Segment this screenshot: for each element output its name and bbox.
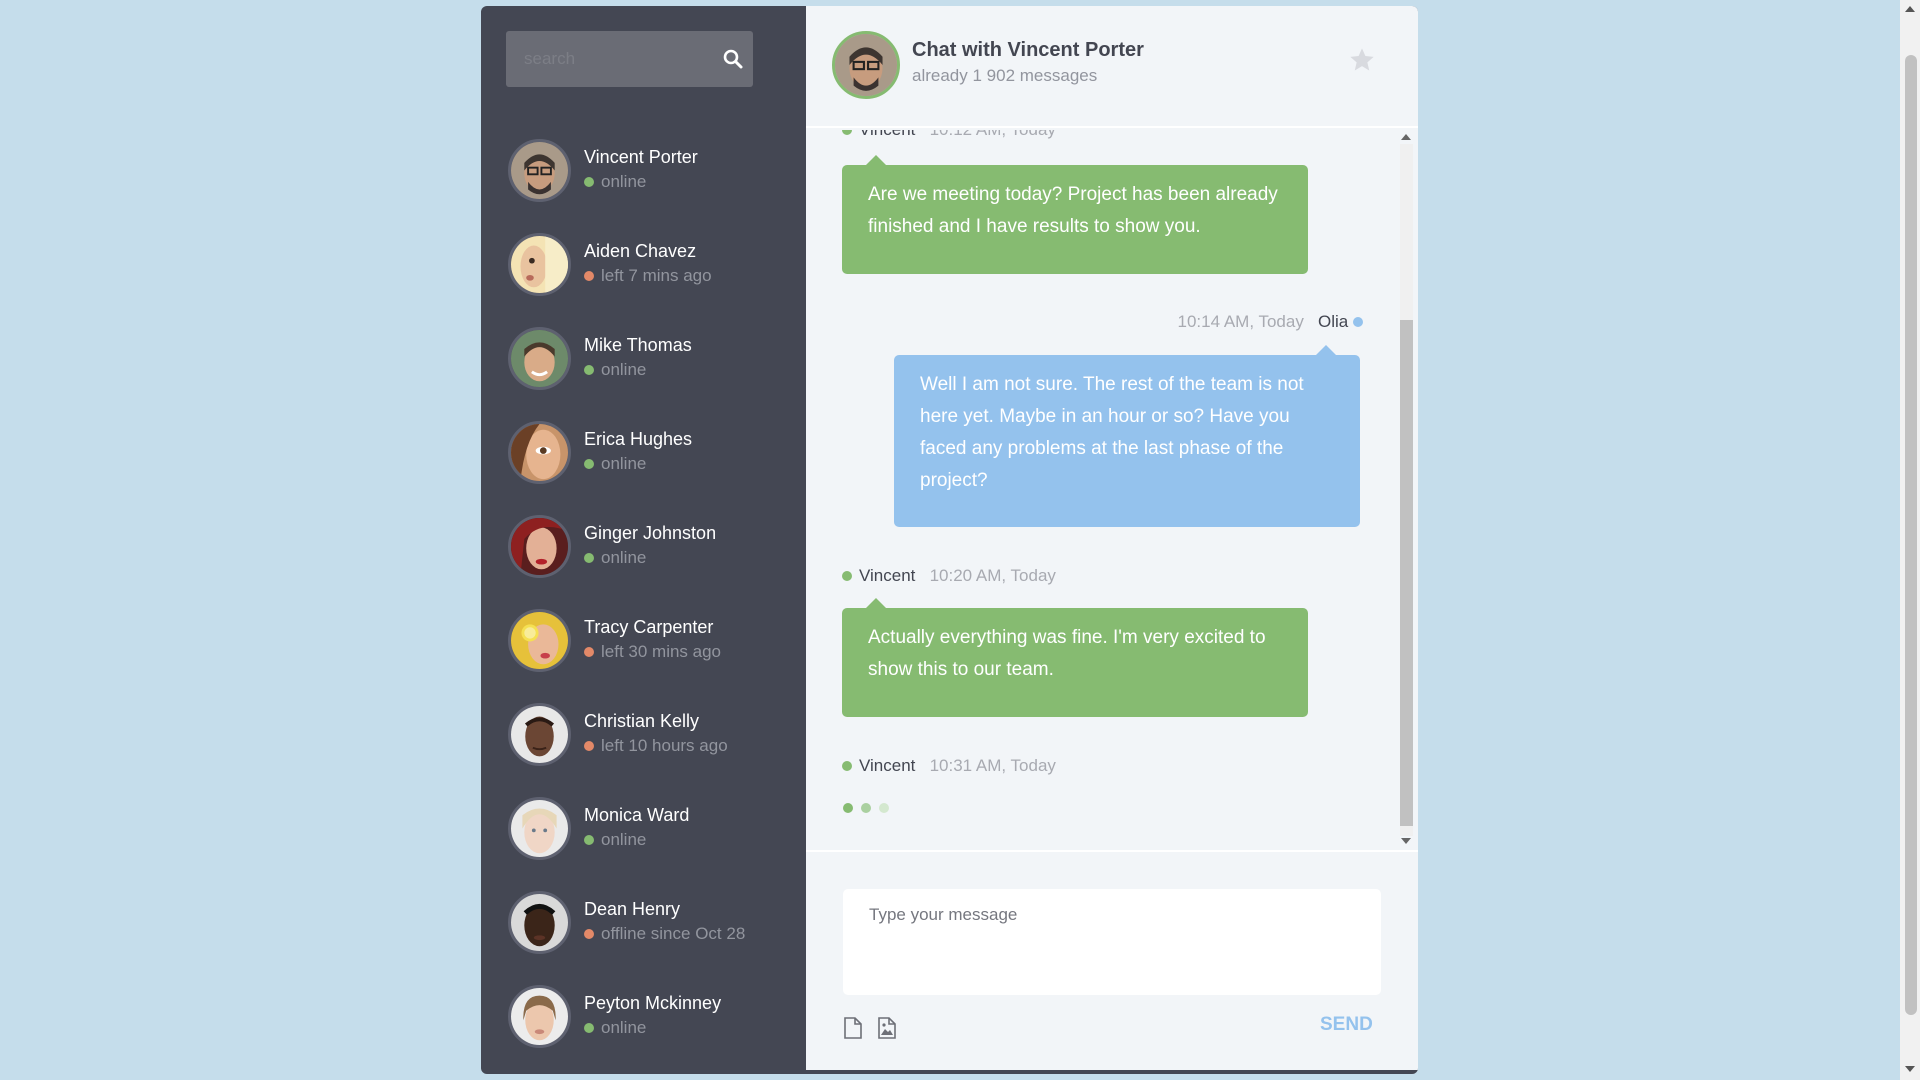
- contact-name: Aiden Chavez: [584, 241, 697, 261]
- contact-item[interactable]: Tracy Carpenter left 30 mins ago: [481, 604, 805, 698]
- status-dot: [584, 741, 594, 751]
- send-button[interactable]: SEND: [1320, 1014, 1373, 1036]
- contact-status: online: [584, 454, 646, 474]
- contact-status: online: [584, 830, 646, 850]
- contact-name: Dean Henry: [584, 899, 681, 919]
- message-author: Vincent: [859, 130, 915, 139]
- contact-name: Christian Kelly: [584, 711, 700, 731]
- contact-item[interactable]: Erica Hughes online: [481, 416, 805, 510]
- avatar: [508, 797, 571, 860]
- search-icon[interactable]: [722, 48, 744, 70]
- message-meta: Vincent 10:20 AM, Today: [842, 566, 1056, 586]
- contact-status: online: [584, 548, 646, 568]
- status-dot: [584, 365, 594, 375]
- scroll-up-arrow[interactable]: [1401, 134, 1411, 140]
- search-input[interactable]: [506, 31, 706, 87]
- divider: [806, 1070, 1418, 1074]
- message-meta: 10:14 AM, Today Olia: [1178, 312, 1363, 332]
- contact-item[interactable]: Ginger Johnston online: [481, 510, 805, 604]
- contact-item[interactable]: Christian Kelly left 10 hours ago: [481, 698, 805, 792]
- message-author: Vincent: [859, 566, 916, 585]
- message-composer: SEND: [806, 852, 1418, 1074]
- contact-name: Ginger Johnston: [584, 523, 717, 543]
- status-dot: [584, 929, 594, 939]
- star-icon[interactable]: [1348, 46, 1376, 74]
- scroll-thumb[interactable]: [1905, 55, 1917, 1015]
- status-dot: [584, 271, 594, 281]
- status-dot: [584, 459, 594, 469]
- image-icon[interactable]: [877, 1017, 897, 1039]
- typing-indicator-dot: [879, 803, 889, 813]
- chat-app: Vincent Porter online Aiden Chavez left …: [481, 6, 1418, 1074]
- contact-item[interactable]: Vincent Porter online: [481, 134, 805, 228]
- chat-scrollbar[interactable]: [1397, 130, 1415, 850]
- status-dot: [584, 647, 594, 657]
- message-time: 10:31 AM, Today: [929, 756, 1056, 775]
- contact-status: left 10 hours ago: [584, 736, 728, 756]
- contact-name: Peyton Mckinney: [584, 993, 722, 1013]
- chat-title: Chat with Vincent Porter: [912, 39, 1144, 61]
- message-time: 10:12 AM, Today: [930, 130, 1056, 139]
- status-dot: [842, 130, 852, 135]
- file-icon[interactable]: [843, 1017, 863, 1039]
- status-dot: [842, 571, 852, 581]
- scroll-up-arrow[interactable]: [1905, 6, 1915, 12]
- status-dot: [1353, 317, 1363, 327]
- message-bubble: Are we meeting today? Project has been a…: [842, 155, 1308, 274]
- contact-item[interactable]: Dean Henry offline since Oct 28: [481, 886, 805, 980]
- status-dot: [584, 1023, 594, 1033]
- contact-name: Tracy Carpenter: [584, 617, 714, 637]
- message-bubble: Well I am not sure. The rest of the team…: [894, 345, 1360, 527]
- typing-indicator-dot: [861, 803, 871, 813]
- contact-list: Vincent Porter online Aiden Chavez left …: [481, 134, 805, 1074]
- contact-name: Vincent Porter: [584, 147, 698, 167]
- avatar: [508, 421, 571, 484]
- search-box: [506, 31, 753, 87]
- contact-name: Monica Ward: [584, 805, 690, 825]
- avatar: [508, 891, 571, 954]
- avatar: [508, 609, 571, 672]
- message-input[interactable]: [843, 889, 1381, 995]
- page-scrollbar[interactable]: [1900, 0, 1920, 1080]
- contact-item[interactable]: Monica Ward online: [481, 792, 805, 886]
- avatar: [832, 31, 900, 99]
- contact-item[interactable]: Peyton Mckinney online: [481, 980, 805, 1074]
- typing-indicator-dot: [843, 803, 853, 813]
- avatar: [508, 327, 571, 390]
- status-dot: [842, 761, 852, 771]
- status-dot: [584, 835, 594, 845]
- chat-history[interactable]: Vincent 10:12 AM, Today Are we meeting t…: [806, 130, 1418, 852]
- contact-item[interactable]: Mike Thomas online: [481, 322, 805, 416]
- avatar: [508, 515, 571, 578]
- contact-name: Mike Thomas: [584, 335, 692, 355]
- contact-status: online: [584, 172, 646, 192]
- scroll-down-arrow[interactable]: [1401, 838, 1411, 844]
- message-bubble: Actually everything was fine. I'm very e…: [842, 598, 1308, 717]
- chat-panel: Chat with Vincent Porter already 1 902 m…: [806, 6, 1418, 1074]
- chat-header: Chat with Vincent Porter already 1 902 m…: [806, 6, 1418, 128]
- scroll-thumb[interactable]: [1400, 320, 1413, 826]
- message-time: 10:20 AM, Today: [929, 566, 1056, 585]
- people-list: Vincent Porter online Aiden Chavez left …: [481, 6, 805, 1074]
- scroll-down-arrow[interactable]: [1905, 1066, 1915, 1072]
- message-count: already 1 902 messages: [912, 66, 1098, 85]
- contact-status: left 30 mins ago: [584, 642, 721, 662]
- message-time: 10:14 AM, Today: [1177, 312, 1304, 331]
- status-dot: [584, 177, 594, 187]
- contact-status: online: [584, 360, 646, 380]
- message-author: Olia: [1318, 312, 1349, 331]
- contact-item[interactable]: Aiden Chavez left 7 mins ago: [481, 228, 805, 322]
- message-meta: Vincent 10:12 AM, Today: [842, 130, 1056, 140]
- status-dot: [584, 553, 594, 563]
- message-meta: Vincent 10:31 AM, Today: [842, 756, 1056, 776]
- avatar: [508, 233, 571, 296]
- contact-status: offline since Oct 28: [584, 924, 745, 944]
- contact-name: Erica Hughes: [584, 429, 693, 449]
- avatar: [508, 703, 571, 766]
- avatar: [508, 985, 571, 1048]
- avatar: [508, 139, 571, 202]
- contact-status: left 7 mins ago: [584, 266, 712, 286]
- contact-status: online: [584, 1018, 646, 1038]
- message-author: Vincent: [859, 756, 916, 775]
